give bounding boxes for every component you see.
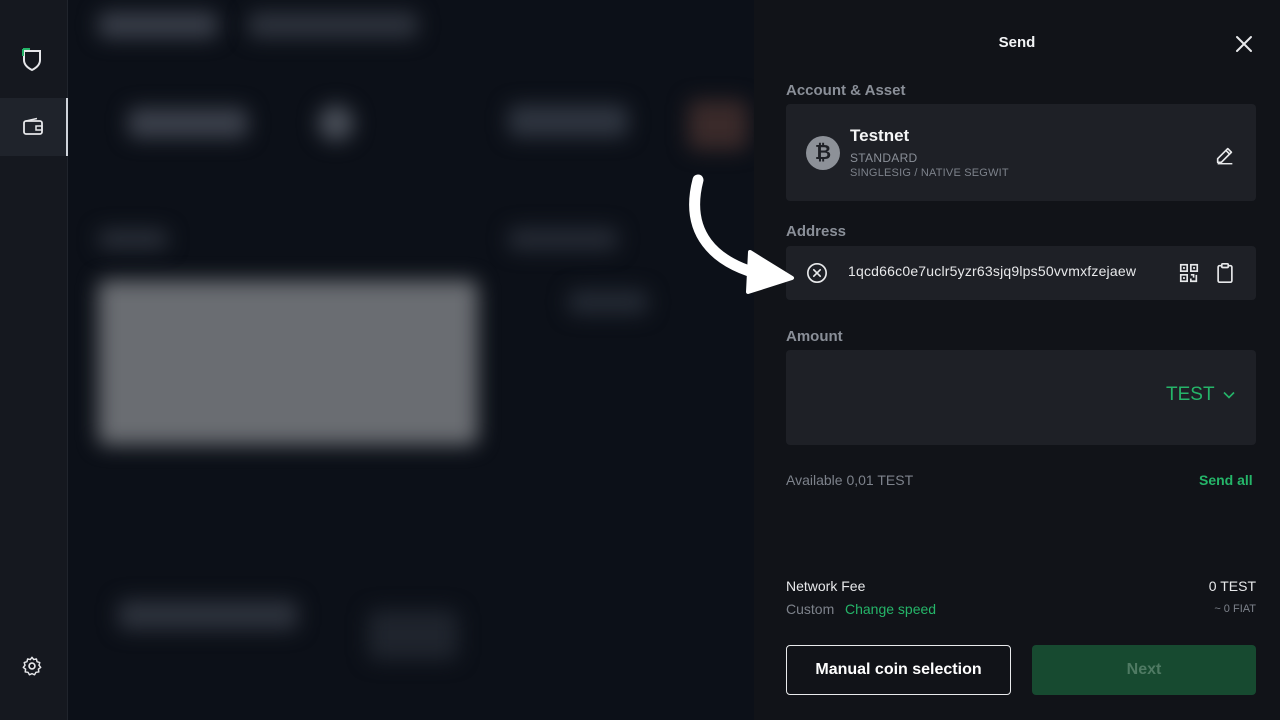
blurred-balance (128, 108, 248, 138)
address-input[interactable] (848, 263, 1170, 279)
blurred-item (688, 100, 748, 150)
chevron-down-icon (1222, 391, 1235, 399)
manual-coin-selection-button[interactable]: Manual coin selection (786, 645, 1011, 695)
asset-name: Testnet (850, 126, 910, 145)
asset-type: STANDARD (850, 151, 918, 165)
qr-code-scan-icon[interactable] (1178, 262, 1200, 284)
asset-subtype: SINGLESIG / NATIVE SEGWIT (850, 167, 1009, 179)
edit-pencil-icon[interactable] (1214, 144, 1236, 166)
blurred-label (98, 230, 168, 248)
amount-label: Amount (786, 328, 843, 345)
network-fee-label: Network Fee (786, 578, 866, 594)
network-fee-value: 0 TEST (1208, 578, 1256, 594)
account-asset-label: Account & Asset (786, 82, 906, 99)
blurred-tab (98, 12, 218, 38)
send-panel: Send Account & Asset ₿ Testnet STANDARD … (754, 0, 1280, 720)
blurred-label (508, 228, 618, 250)
amount-input[interactable] (806, 380, 1146, 414)
clipboard-paste-icon[interactable] (1214, 262, 1236, 284)
pointer-arrow-annotation (689, 174, 794, 294)
next-button[interactable]: Next (1032, 645, 1256, 695)
close-icon[interactable] (1232, 32, 1256, 56)
account-asset-card[interactable]: ₿ Testnet STANDARD SINGLESIG / NATIVE SE… (786, 104, 1256, 201)
unit-dropdown[interactable]: TEST (1166, 384, 1235, 406)
sidebar-item-wallet[interactable] (0, 98, 68, 156)
blurred-label (568, 290, 648, 314)
bitcoin-icon: ₿ (806, 136, 840, 170)
blurred-avatar (318, 105, 354, 141)
change-speed-link[interactable]: Change speed (845, 601, 936, 617)
app-window: Send Account & Asset ₿ Testnet STANDARD … (0, 0, 1280, 720)
blurred-row (118, 600, 298, 630)
amount-field: TEST (786, 350, 1256, 445)
address-field (786, 246, 1256, 300)
panel-title: Send (998, 34, 1036, 51)
settings-gear-icon[interactable] (18, 652, 46, 680)
fee-mode: Custom (786, 601, 835, 617)
shield-logo-icon[interactable] (18, 46, 46, 74)
blurred-card (98, 280, 478, 445)
fee-fiat-value: ~ 0 FIAT (1214, 603, 1256, 615)
available-balance: Available 0,01 TEST (786, 472, 914, 488)
blurred-item (508, 105, 628, 137)
blurred-background (68, 0, 754, 720)
blurred-row (368, 610, 458, 660)
sidebar (0, 0, 68, 720)
wallet-icon (23, 117, 43, 135)
send-all-link[interactable]: Send all (1199, 472, 1253, 488)
unit-label: TEST (1166, 384, 1215, 405)
blurred-tab (248, 12, 418, 38)
